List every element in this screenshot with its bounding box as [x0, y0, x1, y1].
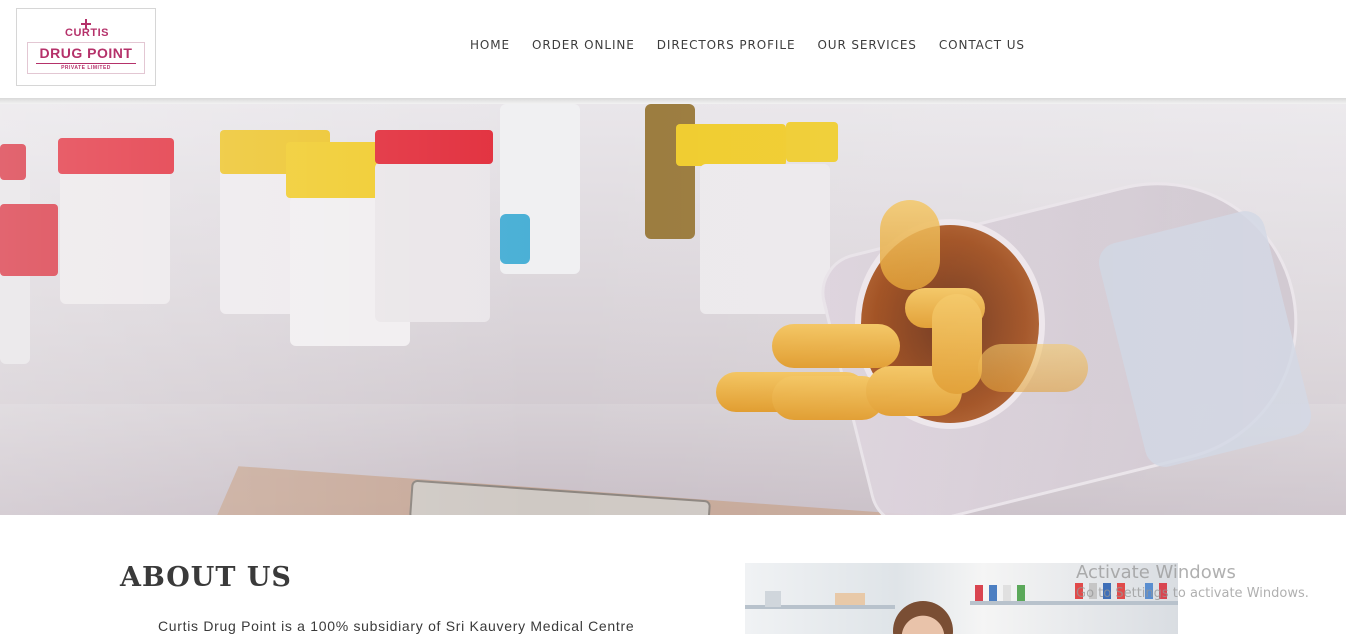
nav-our-services[interactable]: OUR SERVICES: [817, 38, 916, 56]
shelf-image: [970, 601, 1178, 605]
windows-activation-title: Activate Windows: [1076, 562, 1236, 583]
nav-directors-profile[interactable]: DIRECTORS PROFILE: [657, 38, 796, 56]
site-header: CURTIS DRUG POINT PRIVATE LIMITED HOME O…: [0, 0, 1346, 100]
product-image: [1003, 585, 1011, 601]
nav-order-online[interactable]: ORDER ONLINE: [532, 38, 635, 56]
main-navigation: HOME ORDER ONLINE DIRECTORS PROFILE OUR …: [470, 38, 1025, 56]
company-logo[interactable]: CURTIS DRUG POINT PRIVATE LIMITED: [16, 8, 156, 86]
hero-overlay: [0, 104, 1346, 515]
about-paragraph: Curtis Drug Point is a 100% subsidiary o…: [158, 618, 635, 634]
about-heading: ABOUT US: [120, 562, 292, 593]
product-image: [1017, 585, 1025, 601]
product-image: [835, 593, 865, 605]
product-image: [765, 591, 781, 607]
nav-home[interactable]: HOME: [470, 38, 510, 56]
pharmacist-head: [893, 601, 953, 634]
logo-divider: [36, 63, 136, 64]
hero-banner-image: [0, 104, 1346, 515]
windows-activation-subtitle: Go to Settings to activate Windows.: [1076, 586, 1309, 601]
logo-frame: DRUG POINT PRIVATE LIMITED: [27, 42, 145, 74]
product-image: [989, 585, 997, 601]
logo-top-text: CURTIS: [65, 27, 109, 39]
logo-main-text: DRUG POINT: [39, 45, 133, 61]
nav-contact-us[interactable]: CONTACT US: [939, 38, 1025, 56]
product-image: [975, 585, 983, 601]
logo-sub-text: PRIVATE LIMITED: [61, 65, 111, 71]
